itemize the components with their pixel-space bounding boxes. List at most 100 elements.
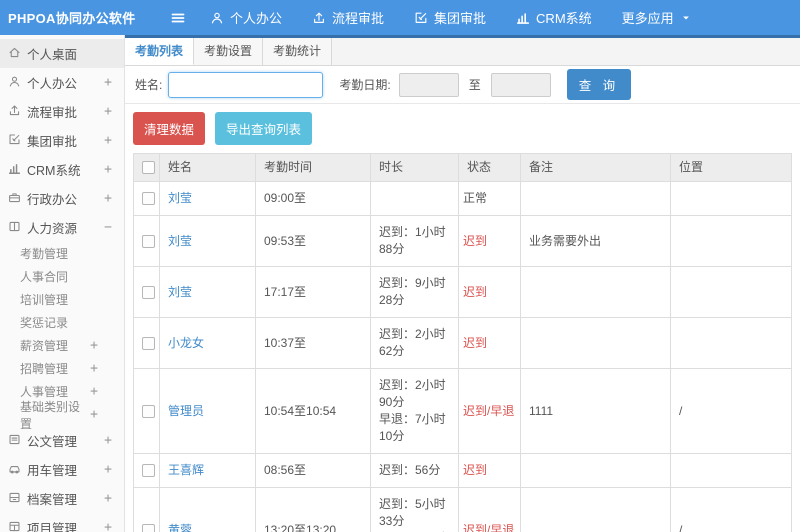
export-list-button[interactable]: 导出查询列表: [215, 112, 313, 145]
column-header: 状态: [458, 153, 521, 182]
sidebar-subitem-label: 薪资管理: [20, 339, 69, 353]
expand-icon[interactable]: +: [104, 162, 112, 177]
topnav-item-2[interactable]: 流程审批: [312, 8, 384, 27]
expand-icon[interactable]: +: [104, 191, 112, 206]
row-checkbox[interactable]: [142, 234, 155, 248]
topnav-item-1[interactable]: 个人办公: [210, 8, 282, 27]
expand-icon[interactable]: +: [90, 338, 98, 353]
sidebar-icon-wrap: [8, 133, 21, 149]
cell-name: 黄蓉: [159, 487, 256, 532]
sidebar-item-10[interactable]: 档案管理 +: [0, 484, 124, 513]
cell-name: 王喜辉: [159, 453, 256, 488]
table-row: 小龙女 10:37至 迟到：2小时62分 迟到: [133, 317, 792, 369]
sidebar-item-1[interactable]: 个人桌面: [0, 39, 124, 68]
expand-icon[interactable]: +: [90, 384, 98, 399]
user-icon: [9, 76, 20, 86]
cell-status: 迟到/早退: [458, 487, 521, 532]
date-from-input[interactable]: [398, 72, 459, 97]
expand-icon[interactable]: +: [90, 361, 98, 376]
cell-remark: [520, 453, 671, 488]
cell-duration: 迟到：5小时33分 早退：4小时67分: [370, 487, 459, 532]
share-icon: [314, 12, 324, 23]
row-checkbox[interactable]: [142, 285, 155, 299]
column-header: 备注: [520, 153, 671, 182]
cell-checkbox: [133, 453, 160, 488]
sidebar-item-4[interactable]: 集团审批 +: [0, 126, 124, 155]
menu-toggle[interactable]: [170, 10, 186, 26]
topnav-item-3[interactable]: 集团审批: [414, 8, 486, 27]
expand-icon[interactable]: +: [104, 133, 112, 148]
cell-remark: [520, 181, 671, 216]
sidebar-icon-wrap: [8, 191, 21, 207]
cell-status: 正常: [458, 181, 521, 216]
sidebar-item-label: 行政办公: [27, 193, 78, 207]
date-to-input[interactable]: [490, 72, 551, 97]
sidebar-item-label: 个人办公: [27, 77, 78, 91]
expand-icon[interactable]: −: [104, 220, 112, 235]
search-button[interactable]: 查 询: [566, 69, 632, 100]
briefcase-icon: [9, 192, 20, 202]
employee-name-link[interactable]: 小龙女: [168, 336, 204, 350]
sidebar-subitem-7-1[interactable]: 考勤管理: [0, 242, 124, 265]
expand-icon[interactable]: +: [104, 75, 112, 90]
sidebar-item-7[interactable]: 人力资源 −: [0, 213, 124, 242]
employee-name-link[interactable]: 管理员: [168, 404, 204, 418]
sidebar-subitem-7-5[interactable]: 薪资管理 +: [0, 334, 124, 357]
cell-duration: 迟到：2小时62分: [370, 317, 459, 369]
sidebar-subitem-7-8[interactable]: 基础类别设置 +: [0, 400, 124, 431]
expand-icon[interactable]: +: [90, 407, 98, 422]
sidebar-subitem-7-4[interactable]: 奖惩记录: [0, 311, 124, 334]
sidebar-item-8[interactable]: 公文管理 +: [0, 426, 124, 455]
tab-3[interactable]: 考勤统计: [263, 38, 333, 65]
expand-icon[interactable]: +: [104, 520, 112, 532]
topnav-item-label: 流程审批: [332, 11, 385, 26]
employee-name-link[interactable]: 刘莹: [168, 285, 192, 299]
employee-name-link[interactable]: 王喜辉: [168, 463, 204, 477]
user-icon: [211, 12, 223, 23]
table-header-row: 姓名 考勤时间 时长 状态 备注 位置: [133, 153, 792, 182]
sidebar-icon-wrap: [8, 433, 21, 449]
sidebar-icon-wrap: [8, 104, 21, 120]
row-checkbox[interactable]: [142, 464, 155, 478]
main-layout: 个人桌面 个人办公 + 流程审批 + 集团审批 + CRM系统 + 行政办公 + 人力资源 − 考勤管理人…: [0, 35, 800, 532]
row-checkbox[interactable]: [142, 523, 155, 532]
table-body: 刘莹 09:00至 正常 刘莹 09:53至 迟到：1小时88分 迟到 业务需要外出 刘莹 17:…: [133, 181, 792, 532]
book-icon: [9, 221, 20, 231]
column-header: 时长: [370, 153, 459, 182]
sidebar-item-11[interactable]: 项目管理 +: [0, 513, 124, 532]
cell-location: /: [670, 368, 792, 454]
sidebar-item-6[interactable]: 行政办公 +: [0, 184, 124, 213]
expand-icon[interactable]: +: [104, 462, 112, 477]
sidebar-item-3[interactable]: 流程审批 +: [0, 97, 124, 126]
expand-icon[interactable]: +: [104, 491, 112, 506]
sidebar-subitem-label: 奖惩记录: [20, 316, 69, 330]
name-filter-input[interactable]: [168, 71, 324, 98]
archive-icon: [9, 492, 20, 502]
expand-icon[interactable]: +: [104, 104, 112, 119]
row-checkbox[interactable]: [142, 404, 155, 418]
row-checkbox[interactable]: [142, 192, 155, 206]
expand-icon[interactable]: +: [104, 433, 112, 448]
select-all-checkbox[interactable]: [142, 161, 155, 175]
clean-data-button[interactable]: 清理数据: [133, 112, 206, 145]
sidebar-item-2[interactable]: 个人办公 +: [0, 68, 124, 97]
employee-name-link[interactable]: 黄蓉: [168, 523, 192, 532]
cell-status: 迟到: [458, 266, 521, 318]
cell-time: 17:17至: [255, 266, 371, 318]
sidebar-subitem-7-6[interactable]: 招聘管理 +: [0, 357, 124, 380]
sidebar-item-5[interactable]: CRM系统 +: [0, 155, 124, 184]
sidebar-item-9[interactable]: 用车管理 +: [0, 455, 124, 484]
employee-name-link[interactable]: 刘莹: [168, 191, 192, 205]
sidebar-subitem-7-2[interactable]: 人事合同: [0, 265, 124, 288]
tab-1[interactable]: 考勤列表: [125, 38, 195, 65]
filter-bar: 姓名: 考勤日期: 至 查 询: [125, 66, 800, 104]
cell-name: 刘莹: [159, 266, 256, 318]
sidebar-icon-wrap: [8, 462, 21, 478]
sidebar-subitem-7-3[interactable]: 培训管理: [0, 288, 124, 311]
tab-2[interactable]: 考勤设置: [194, 38, 264, 65]
row-checkbox[interactable]: [142, 336, 155, 350]
employee-name-link[interactable]: 刘莹: [168, 234, 192, 248]
topnav-item-5[interactable]: 更多应用: [622, 8, 692, 27]
topnav-item-4[interactable]: CRM系统: [516, 8, 592, 27]
column-header: 考勤时间: [255, 153, 371, 182]
